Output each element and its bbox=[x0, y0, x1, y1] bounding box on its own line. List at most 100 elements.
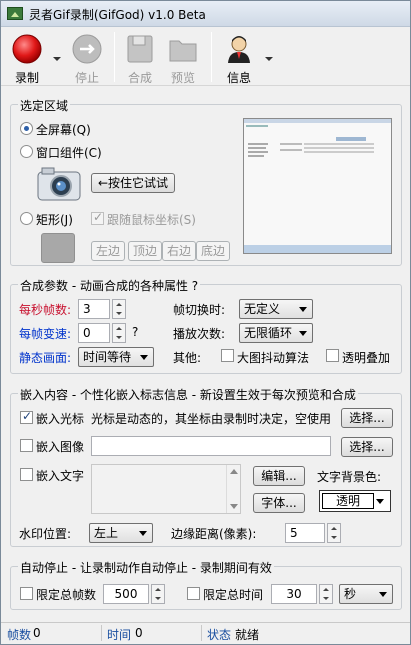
frame-switch-select[interactable]: 无定义 bbox=[239, 299, 313, 319]
record-icon bbox=[12, 34, 42, 64]
follow-mouse-label[interactable]: 跟随鼠标坐标(S) bbox=[107, 211, 196, 228]
stop-icon bbox=[72, 34, 102, 64]
fullscreen-radio[interactable] bbox=[20, 122, 33, 135]
frames-spinner[interactable] bbox=[151, 584, 165, 604]
frame-switch-label: 帧切换时: bbox=[173, 303, 226, 317]
info-label: 信息 bbox=[226, 71, 251, 85]
frames-status-value: 0 bbox=[33, 626, 41, 640]
other-label: 其他: bbox=[173, 351, 202, 365]
window-component-label[interactable]: 窗口组件(C) bbox=[36, 144, 102, 161]
info-button[interactable]: 信息 bbox=[219, 31, 259, 87]
embed-image-label[interactable]: 嵌入图像 bbox=[36, 438, 84, 455]
chevron-down-icon bbox=[140, 355, 148, 360]
margin-input[interactable]: 5 bbox=[285, 523, 325, 543]
record-dropdown-icon[interactable] bbox=[53, 57, 61, 61]
static-value: 时间等待 bbox=[83, 350, 132, 364]
margin-spinner[interactable] bbox=[327, 523, 341, 543]
app-window: 灵者Gif录制(GifGod) v1.0 Beta 录制 停止 合成 预览 信息… bbox=[0, 0, 411, 645]
text-bg-color-select[interactable]: 透明 bbox=[319, 490, 391, 512]
play-count-value: 无限循环 bbox=[244, 326, 293, 340]
dither-label[interactable]: 大图抖动算法 bbox=[237, 349, 309, 366]
play-count-select[interactable]: 无限循环 bbox=[239, 323, 313, 343]
limit-time-label[interactable]: 限定总时间 bbox=[203, 586, 263, 603]
stop-label: 停止 bbox=[74, 71, 99, 85]
compose-button[interactable]: 合成 bbox=[120, 31, 160, 87]
title-bar[interactable]: 灵者Gif录制(GifGod) v1.0 Beta bbox=[1, 1, 410, 27]
chevron-down-icon bbox=[379, 592, 387, 597]
rectangle-radio[interactable] bbox=[20, 212, 33, 225]
edit-text-button[interactable]: 编辑... bbox=[253, 466, 305, 486]
transparent-checkbox[interactable] bbox=[326, 349, 339, 362]
embed-text-area[interactable] bbox=[91, 464, 241, 514]
chevron-down-icon bbox=[299, 307, 307, 312]
window-component-radio[interactable] bbox=[20, 145, 33, 158]
user-info-icon bbox=[228, 36, 250, 63]
speed-spinner[interactable] bbox=[112, 323, 126, 343]
watermark-pos-label: 水印位置: bbox=[19, 527, 72, 541]
right-edge-button[interactable]: 右边 bbox=[162, 241, 196, 261]
hold-to-try-button[interactable]: ←按住它试试 bbox=[91, 173, 175, 193]
time-input[interactable]: 30 bbox=[271, 584, 317, 604]
state-status-value: 就绪 bbox=[235, 628, 260, 642]
camera-drag-handle[interactable] bbox=[36, 166, 82, 202]
play-count-label: 播放次数: bbox=[173, 327, 226, 341]
chevron-down-icon bbox=[299, 331, 307, 336]
image-path-input[interactable] bbox=[91, 436, 331, 456]
embed-cursor-checkbox[interactable] bbox=[20, 409, 33, 424]
watermark-pos-value: 左上 bbox=[94, 526, 119, 540]
time-spinner[interactable] bbox=[319, 584, 333, 604]
limit-frames-label[interactable]: 限定总帧数 bbox=[36, 586, 96, 603]
time-unit-select[interactable]: 秒 bbox=[339, 584, 393, 604]
fullscreen-label[interactable]: 全屏幕(Q) bbox=[36, 121, 91, 138]
status-divider bbox=[201, 625, 202, 641]
choose-cursor-button[interactable]: 选择... bbox=[341, 408, 393, 428]
record-button[interactable]: 录制 bbox=[7, 31, 47, 87]
dither-checkbox[interactable] bbox=[221, 349, 234, 362]
static-select[interactable]: 时间等待 bbox=[78, 347, 154, 367]
choose-image-button[interactable]: 选择... bbox=[341, 437, 393, 457]
left-edge-button[interactable]: 左边 bbox=[91, 241, 125, 261]
fps-label: 每秒帧数: bbox=[19, 303, 72, 317]
follow-mouse-checkbox[interactable] bbox=[91, 210, 104, 225]
time-status-label: 时间 bbox=[107, 628, 132, 642]
toolbar-separator bbox=[211, 32, 212, 82]
speed-input[interactable]: 0 bbox=[78, 323, 110, 343]
embed-text-checkbox[interactable] bbox=[20, 468, 33, 481]
rectangle-select-handle[interactable] bbox=[41, 233, 75, 263]
compose-label: 合成 bbox=[127, 71, 152, 85]
transparent-label[interactable]: 透明叠加 bbox=[342, 349, 390, 366]
state-status-label: 状态 bbox=[207, 628, 232, 642]
static-label: 静态画面: bbox=[19, 351, 72, 365]
screen-preview-thumbnail bbox=[243, 118, 392, 254]
top-edge-button[interactable]: 顶边 bbox=[128, 241, 162, 261]
bottom-edge-button[interactable]: 底边 bbox=[196, 241, 230, 261]
embed-text-label[interactable]: 嵌入文字 bbox=[36, 467, 84, 484]
stop-button[interactable]: 停止 bbox=[67, 31, 107, 87]
font-button[interactable]: 字体... bbox=[253, 493, 305, 513]
rectangle-label[interactable]: 矩形(J) bbox=[36, 211, 73, 228]
toolbar: 录制 停止 合成 预览 信息 bbox=[1, 28, 410, 86]
folder-icon bbox=[169, 40, 197, 62]
text-area-scrollbar[interactable] bbox=[226, 465, 240, 513]
watermark-pos-select[interactable]: 左上 bbox=[89, 523, 153, 543]
frames-status-label: 帧数 bbox=[7, 628, 32, 642]
chevron-down-icon bbox=[376, 499, 384, 504]
text-bg-label: 文字背景色: bbox=[317, 470, 382, 484]
fps-spinner[interactable] bbox=[112, 299, 126, 319]
screen-preview-image bbox=[244, 119, 391, 253]
limit-frames-checkbox[interactable] bbox=[20, 587, 33, 600]
margin-label: 边缘距离(像素): bbox=[171, 527, 257, 541]
cursor-description: 光标是动态的，其坐标由录制时决定，空使用 bbox=[91, 412, 331, 426]
speed-help[interactable]: ? bbox=[132, 325, 138, 339]
fps-input[interactable]: 3 bbox=[78, 299, 110, 319]
embed-cursor-label[interactable]: 嵌入光标 bbox=[36, 410, 84, 427]
camera-icon bbox=[37, 167, 81, 201]
frames-input[interactable]: 500 bbox=[103, 584, 149, 604]
record-label: 录制 bbox=[14, 71, 39, 85]
info-dropdown-icon[interactable] bbox=[265, 57, 273, 61]
embed-image-checkbox[interactable] bbox=[20, 439, 33, 452]
text-bg-color-value: 透明 bbox=[322, 493, 374, 509]
preview-button[interactable]: 预览 bbox=[163, 31, 203, 87]
status-bar: 帧数 0 时间 0 状态 就绪 bbox=[1, 622, 410, 644]
limit-time-checkbox[interactable] bbox=[187, 587, 200, 600]
